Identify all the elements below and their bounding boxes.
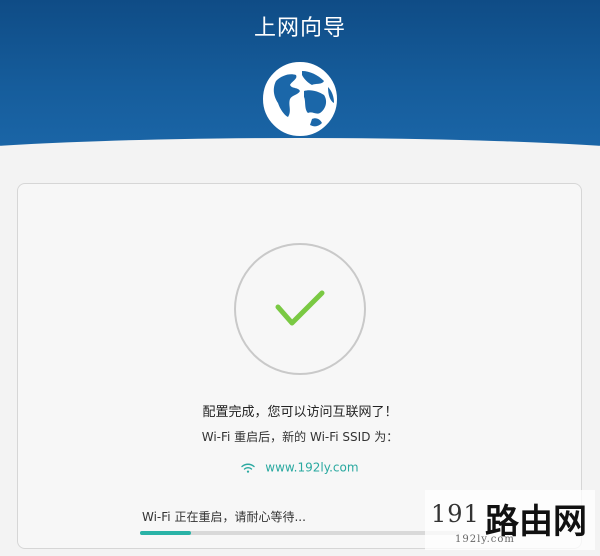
checkmark-icon [275,290,325,326]
wizard-header: 上网向导 [0,0,600,160]
restart-progress-bar [140,531,460,535]
completion-message: 配置完成，您可以访问互联网了！ [202,405,398,420]
watermark: 191 路由网 192ly.com [425,490,595,550]
page-title: 上网向导 [253,16,346,41]
watermark-number: 191 [431,500,480,528]
ssid-value: www.192ly.com [265,460,359,475]
header-curve [0,138,600,160]
success-indicator [234,243,366,375]
watermark-site: 192ly.com [455,534,515,545]
globe-icon [263,62,337,136]
ssid-caption: Wi-Fi 重启后，新的 Wi-Fi SSID 为： [201,430,399,444]
restart-progress-fill [140,531,192,535]
wifi-icon [241,463,256,473]
ssid-display: www.192ly.com [0,460,600,475]
restart-status: Wi-Fi 正在重启，请耐心等待... [142,510,306,524]
